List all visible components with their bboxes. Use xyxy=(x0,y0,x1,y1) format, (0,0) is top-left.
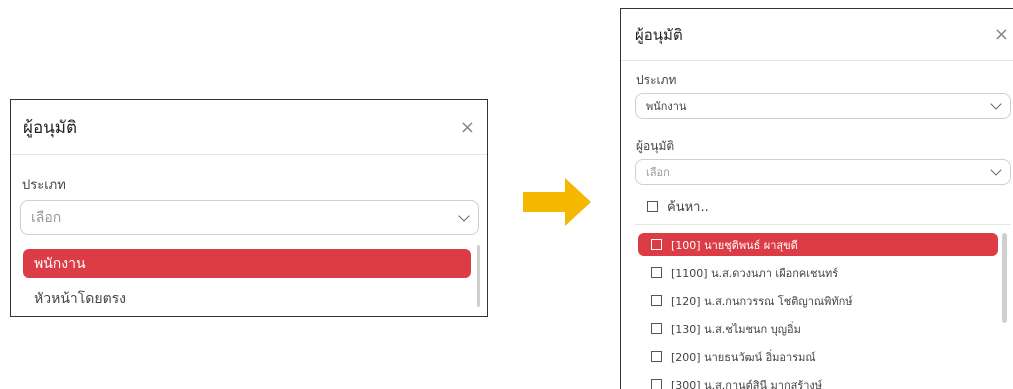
employee-item[interactable]: [1100] น.ส.ดวงนภา เผือกคเชนทร์ xyxy=(638,261,998,284)
employee-item[interactable]: [300] น.ส.กานต์สินี มากสร้างษ์ xyxy=(638,373,998,389)
employee-checkbox[interactable] xyxy=(651,267,662,278)
close-icon[interactable]: × xyxy=(994,24,1009,45)
employee-label: [300] น.ส.กานต์สินี มากสร้างษ์ xyxy=(671,378,823,389)
close-icon[interactable]: × xyxy=(460,117,475,138)
chevron-down-icon xyxy=(458,209,470,222)
employee-item[interactable]: [100] นายชุติพนธ์ ผาสุขดี xyxy=(638,233,998,256)
employee-label: [130] น.ส.ชไมชนก บุญอิ่ม xyxy=(671,322,801,336)
type-dropdown-menu: พนักงาน หัวหน้าโดยตรง xyxy=(21,241,480,316)
approver-select[interactable]: เลือก xyxy=(635,159,1011,185)
employee-item[interactable]: [130] น.ส.ชไมชนก บุญอิ่ม xyxy=(638,317,998,340)
chevron-down-icon xyxy=(990,98,1002,110)
type-select-value: พนักงาน xyxy=(646,100,687,113)
approver-label: ผู้อนุมัติ xyxy=(636,139,675,153)
employee-item[interactable]: [200] นายธนวัฒน์ อิ่มอารมณ์ xyxy=(638,345,998,368)
employee-label: [1100] น.ส.ดวงนภา เผือกคเชนทร์ xyxy=(671,266,839,280)
employee-label: [120] น.ส.กนกวรรณ โชติญาณพิทักษ์ xyxy=(671,294,853,308)
dropdown-scrollbar[interactable] xyxy=(477,245,480,307)
type-select[interactable]: พนักงาน xyxy=(635,93,1011,119)
approver-select-placeholder: เลือก xyxy=(646,166,670,179)
search-placeholder: ค้นหา.. xyxy=(667,200,709,215)
employee-label: [100] นายชุติพนธ์ ผาสุขดี xyxy=(671,238,798,252)
dialog-title: ผู้อนุมัติ xyxy=(635,25,683,44)
chevron-down-icon xyxy=(990,164,1002,176)
employee-checkbox[interactable] xyxy=(651,295,662,306)
search-checkbox[interactable] xyxy=(647,201,658,212)
employee-checkbox[interactable] xyxy=(651,323,662,334)
dialog-title: ผู้อนุมัติ xyxy=(23,117,78,138)
employee-checkbox[interactable] xyxy=(651,351,662,362)
employee-checkbox[interactable] xyxy=(651,379,662,389)
option-direct-supervisor[interactable]: หัวหน้าโดยตรง xyxy=(23,284,471,313)
employee-label: [200] นายธนวัฒน์ อิ่มอารมณ์ xyxy=(671,350,816,364)
arrow-right-icon xyxy=(523,178,591,226)
employee-item[interactable]: [120] น.ส.กนกวรรณ โชติญาณพิทักษ์ xyxy=(638,289,998,312)
type-label: ประเภท xyxy=(636,73,677,87)
type-label: ประเภท xyxy=(22,178,66,193)
left-approver-dialog: ผู้อนุมัติ × ประเภท เลือก พนักงาน หัวหน้… xyxy=(10,99,488,317)
employee-checkbox[interactable] xyxy=(651,239,662,250)
type-select-placeholder: เลือก xyxy=(31,209,62,226)
right-approver-dialog: ผู้อนุมัติ × ประเภท พนักงาน ผู้อนุมัติ เ… xyxy=(620,8,1013,389)
search-item[interactable]: ค้นหา.. xyxy=(635,189,1011,225)
dialog-header: ผู้อนุมัติ × xyxy=(621,9,1013,61)
dialog-header: ผู้อนุมัติ × xyxy=(11,100,487,155)
approver-dropdown-menu: ค้นหา.. [100] นายชุติพนธ์ ผาสุขดี [1100]… xyxy=(635,189,1011,389)
dropdown-scrollbar[interactable] xyxy=(1002,233,1007,323)
option-employee[interactable]: พนักงาน xyxy=(23,249,471,278)
type-select[interactable]: เลือก xyxy=(20,200,479,235)
